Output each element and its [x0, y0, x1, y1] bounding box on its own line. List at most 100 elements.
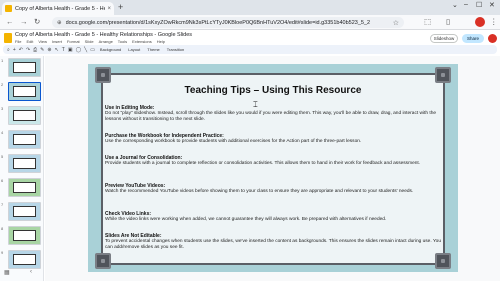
- menu-format[interactable]: Format: [67, 39, 80, 44]
- print-icon[interactable]: ⎙: [33, 47, 37, 53]
- slide-thumbnail-row[interactable]: 4: [0, 128, 44, 152]
- textbox-icon[interactable]: T: [62, 47, 65, 53]
- zoom-icon[interactable]: ⊕: [47, 47, 51, 53]
- slide-thumbnail[interactable]: [8, 250, 41, 269]
- frame-corner-decoration: [435, 67, 451, 83]
- forward-icon[interactable]: →: [20, 17, 28, 26]
- slide-thumbnail[interactable]: [8, 202, 41, 221]
- slide-number: 1: [1, 58, 4, 63]
- profile-avatar[interactable]: [475, 17, 485, 27]
- slide-thumbnail-row[interactable]: 1: [0, 56, 44, 80]
- document-title[interactable]: Copy of Alberta Health - Grade 5 - Healt…: [15, 32, 192, 38]
- slide-thumbnail-row[interactable]: 3: [0, 104, 44, 128]
- tip-body: Watch the recommended YouTube videos bef…: [105, 189, 414, 194]
- slide-thumbnail-row[interactable]: 6: [0, 176, 44, 200]
- bookmark-star-icon[interactable]: ☆: [393, 19, 399, 27]
- menu-edit[interactable]: Edit: [26, 39, 33, 44]
- comment-icon[interactable]: ▭: [90, 47, 95, 53]
- mouse-cursor-icon: ⌶: [253, 100, 258, 109]
- thumbnail-panel: [13, 86, 36, 97]
- thumbnail-panel: [13, 158, 36, 169]
- close-window-button[interactable]: ✕: [489, 1, 495, 9]
- slide-thumbnail[interactable]: [8, 130, 41, 149]
- menu-slide[interactable]: Slide: [85, 39, 94, 44]
- slide-number: 9: [1, 250, 4, 255]
- thumbnail-panel: [13, 134, 36, 145]
- slide-content: Teaching Tips – Using This Resource Use …: [105, 85, 441, 260]
- browser-tab[interactable]: Copy of Alberta Health - Grade 5 - Healt…: [2, 2, 114, 15]
- slide-number: 3: [1, 106, 4, 111]
- menu-view[interactable]: View: [38, 39, 47, 44]
- paint-icon[interactable]: ✎: [40, 47, 44, 53]
- slide-thumbnail-selected[interactable]: [8, 82, 41, 101]
- tip-section: Check Video Links: While the video links…: [105, 211, 441, 223]
- current-slide[interactable]: Teaching Tips – Using This Resource Use …: [88, 64, 458, 272]
- menu-insert[interactable]: Insert: [52, 39, 62, 44]
- slide-thumbnail-row[interactable]: 2: [0, 80, 44, 104]
- user-avatar[interactable]: [488, 34, 497, 43]
- slide-number: 7: [1, 202, 4, 207]
- transition-button[interactable]: Transition: [165, 47, 186, 52]
- slide-thumbnail[interactable]: [8, 58, 41, 77]
- slides-logo-icon[interactable]: [4, 33, 12, 43]
- slide-thumbnail-row[interactable]: 5: [0, 152, 44, 176]
- redo-icon[interactable]: ↷: [26, 47, 30, 53]
- select-icon[interactable]: ↖: [55, 47, 59, 53]
- slide-thumbnail-row[interactable]: 8: [0, 224, 44, 248]
- tip-body: Provide students with a journal to compl…: [105, 161, 421, 166]
- tab-close-icon[interactable]: ×: [107, 6, 111, 12]
- collapse-filmstrip-icon[interactable]: ‹: [30, 269, 32, 275]
- slide-number: 8: [1, 226, 4, 231]
- reload-icon[interactable]: ↻: [34, 17, 40, 26]
- slides-header: Copy of Alberta Health - Grade 5 - Healt…: [0, 31, 500, 45]
- grid-view-icon[interactable]: ▦: [4, 269, 10, 276]
- slide-filmstrip[interactable]: 1 2 3 4 5 6 7 8 9: [0, 56, 44, 281]
- back-icon[interactable]: ←: [6, 17, 14, 26]
- browser-tab-bar: Copy of Alberta Health - Grade 5 - Healt…: [0, 0, 500, 15]
- new-tab-button[interactable]: +: [118, 2, 123, 13]
- tab-list-icon[interactable]: ⌄: [452, 1, 458, 9]
- slide-number: 4: [1, 130, 4, 135]
- browser-menu-icon[interactable]: ⋮: [490, 17, 498, 26]
- frame-corner-decoration: [95, 67, 111, 83]
- slideshow-button[interactable]: Slideshow: [430, 34, 458, 43]
- thumbnail-panel: [13, 110, 36, 121]
- minimize-button[interactable]: –: [464, 1, 468, 8]
- search-icon[interactable]: ⌕: [7, 47, 10, 53]
- menu-tools[interactable]: Tools: [118, 39, 127, 44]
- background-button[interactable]: Background: [98, 47, 123, 52]
- menu-file[interactable]: File: [15, 39, 21, 44]
- shape-icon[interactable]: ◯: [76, 47, 82, 53]
- menu-arrange[interactable]: Arrange: [99, 39, 113, 44]
- layout-button[interactable]: Layout: [126, 47, 142, 52]
- maximize-button[interactable]: ☐: [476, 1, 482, 9]
- add-icon[interactable]: +: [13, 47, 16, 53]
- sidepanel-icon[interactable]: ▯: [446, 17, 450, 26]
- theme-button[interactable]: Theme: [145, 47, 161, 52]
- url-text: docs.google.com/presentation/d/1sKxyZOwR…: [65, 19, 371, 26]
- extensions-icon[interactable]: ⬚: [424, 17, 431, 26]
- line-icon[interactable]: ╲: [84, 47, 87, 53]
- tip-section: Slides Are Not Editable: To prevent acci…: [105, 233, 441, 251]
- slide-thumbnail[interactable]: [8, 106, 41, 125]
- slide-thumbnail[interactable]: [8, 178, 41, 197]
- tip-section: Use a Journal for Consolidation: Provide…: [105, 155, 441, 167]
- url-input[interactable]: ⊕ docs.google.com/presentation/d/1sKxyZO…: [52, 17, 404, 28]
- tip-body: Do not "play" slideshow. Instead, scroll…: [105, 111, 437, 122]
- tab-title: Copy of Alberta Health - Grade 5 - Healt…: [15, 5, 105, 12]
- share-button[interactable]: Share: [462, 34, 484, 43]
- slide-thumbnail-row[interactable]: 7: [0, 200, 44, 224]
- slides-favicon-icon: [5, 5, 12, 12]
- image-icon[interactable]: ▣: [68, 47, 73, 53]
- slide-thumbnail[interactable]: [8, 154, 41, 173]
- slide-number: 5: [1, 154, 4, 159]
- tip-section: Preview YouTube Videos: Watch the recomm…: [105, 183, 441, 195]
- thumbnail-panel: [13, 254, 36, 265]
- slide-thumbnail[interactable]: [8, 226, 41, 245]
- tip-section: Purchase the Workbook for Independent Pr…: [105, 133, 441, 145]
- toolbar: ⌕ + ↶ ↷ ⎙ ✎ ⊕ ↖ T ▣ ◯ ╲ ▭ Background Lay…: [3, 45, 497, 54]
- site-info-icon[interactable]: ⊕: [57, 20, 62, 26]
- menu-help[interactable]: Help: [157, 39, 165, 44]
- undo-icon[interactable]: ↶: [19, 47, 23, 53]
- menu-extensions[interactable]: Extensions: [132, 39, 152, 44]
